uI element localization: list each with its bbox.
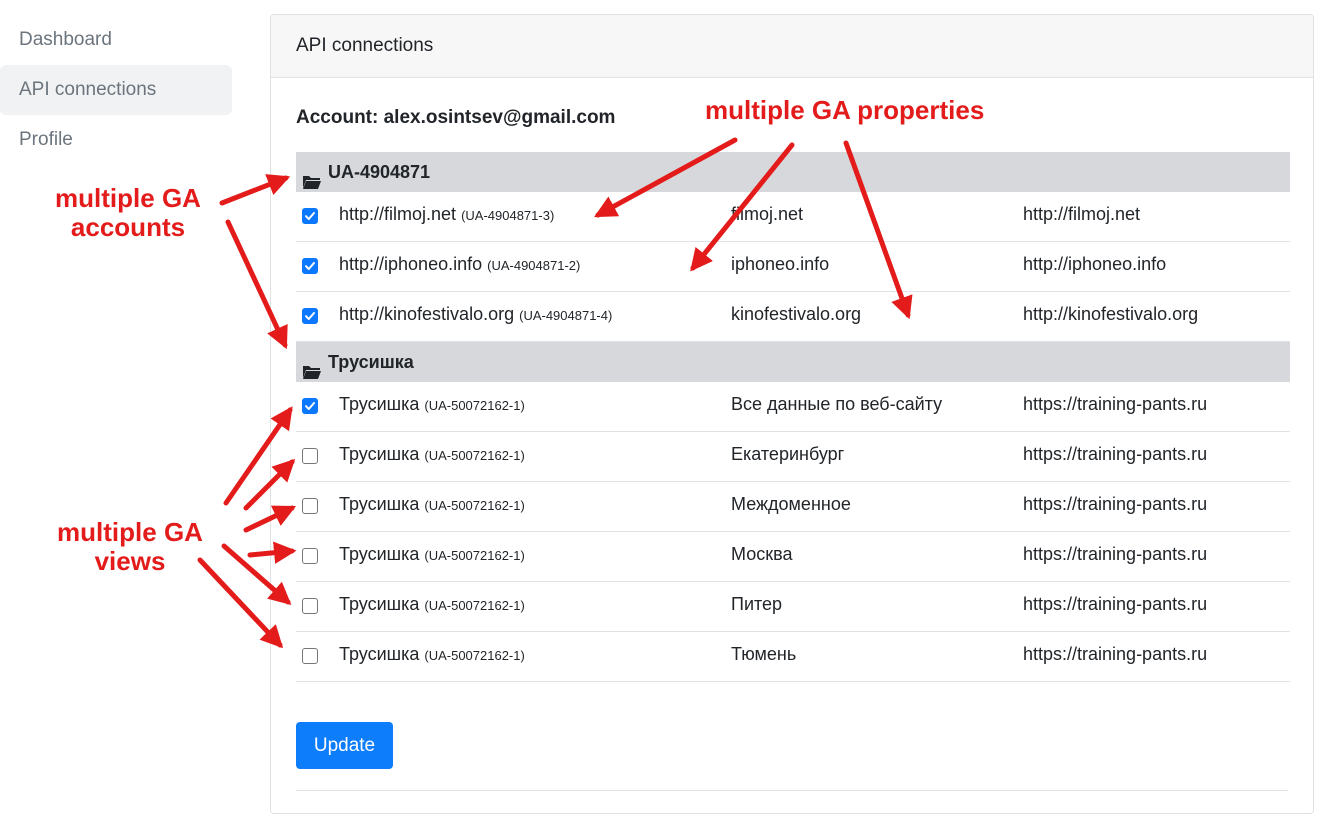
folder-open-icon — [302, 354, 322, 379]
property-name: Трусишка — [339, 644, 420, 664]
row-checkbox[interactable] — [302, 598, 318, 614]
site-url: https://training-pants.ru — [1023, 594, 1208, 614]
row-checkbox[interactable] — [302, 498, 318, 514]
annotation-views: multiple GA views — [50, 518, 210, 576]
row-checkbox[interactable] — [302, 258, 318, 274]
sidebar-item-api-connections[interactable]: API connections — [0, 65, 232, 115]
update-button[interactable]: Update — [296, 722, 393, 769]
annotation-accounts-line2: accounts — [70, 212, 186, 242]
property-id: (UA-4904871-3) — [461, 208, 555, 223]
property-name: http://kinofestivalo.org — [339, 304, 515, 324]
annotation-accounts: multiple GA accounts — [48, 184, 208, 242]
annotation-views-line2: views — [94, 546, 166, 576]
table-row: Трусишка (UA-50072162-1) Екатеринбург https… — [296, 432, 1290, 482]
property-id: (UA-50072162-1) — [424, 648, 525, 663]
property-cell: http://filmoj.net (UA-4904871-3) — [339, 204, 554, 225]
property-id: (UA-50072162-1) — [424, 398, 525, 413]
property-name: Трусишка — [339, 444, 420, 464]
property-id: (UA-4904871-2) — [487, 258, 581, 273]
row-checkbox[interactable] — [302, 208, 318, 224]
connections-table: UA-4904871 http://filmoj.net (UA-4904871-3… — [296, 152, 1290, 682]
property-cell: Трусишка (UA-50072162-1) — [339, 444, 525, 465]
view-name: Москва — [731, 544, 793, 564]
table-row: http://iphoneo.info (UA-4904871-2) iphoneo… — [296, 242, 1290, 292]
property-cell: Трусишка (UA-50072162-1) — [339, 544, 525, 565]
group-name: UA-4904871 — [328, 162, 431, 182]
annotation-views-line1: multiple GA — [57, 517, 203, 547]
view-name: Междоменное — [731, 494, 851, 514]
property-cell: Трусишка (UA-50072162-1) — [339, 394, 525, 415]
sidebar: Dashboard API connections Profile — [0, 15, 232, 165]
account-label: Account: alex.osintsev@gmail.com — [296, 107, 616, 128]
row-checkbox[interactable] — [302, 648, 318, 664]
annotation-accounts-line1: multiple GA — [55, 183, 201, 213]
site-url: http://filmoj.net — [1023, 204, 1141, 224]
view-name: kinofestivalo.org — [731, 304, 862, 324]
row-checkbox[interactable] — [302, 308, 318, 324]
table-row: Трусишка (UA-50072162-1) Междоменное https:… — [296, 482, 1290, 532]
property-name: http://filmoj.net — [339, 204, 457, 224]
view-name: iphoneo.info — [731, 254, 830, 274]
arrow-views-6 — [197, 557, 284, 649]
row-checkbox[interactable] — [302, 548, 318, 564]
property-cell: http://iphoneo.info (UA-4904871-2) — [339, 254, 580, 275]
table-row: Трусишка (UA-50072162-1) Москва https://tra… — [296, 532, 1290, 582]
site-url: http://iphoneo.info — [1023, 254, 1167, 274]
row-checkbox[interactable] — [302, 448, 318, 464]
site-url: https://training-pants.ru — [1023, 444, 1208, 464]
site-url: https://training-pants.ru — [1023, 644, 1208, 664]
view-name: Питер — [731, 594, 783, 614]
property-name: http://iphoneo.info — [339, 254, 483, 274]
view-name: Тюмень — [731, 644, 797, 664]
site-url: https://training-pants.ru — [1023, 544, 1208, 564]
site-url: https://training-pants.ru — [1023, 394, 1208, 414]
sidebar-item-profile[interactable]: Profile — [0, 115, 232, 165]
table-row: http://kinofestivalo.org (UA-4904871-4) ki… — [296, 292, 1290, 342]
sidebar-item-dashboard[interactable]: Dashboard — [0, 15, 232, 65]
property-id: (UA-50072162-1) — [424, 548, 525, 563]
view-name: filmoj.net — [731, 204, 804, 224]
group-name: Трусишка — [328, 352, 414, 372]
view-name: Все данные по веб-сайту — [731, 394, 943, 414]
table-row: Трусишка (UA-50072162-1) Все данные по веб… — [296, 382, 1290, 432]
property-cell: Трусишка (UA-50072162-1) — [339, 494, 525, 515]
site-url: http://kinofestivalo.org — [1023, 304, 1199, 324]
property-name: Трусишка — [339, 494, 420, 514]
api-connections-card: API connections Account: alex.osintsev@g… — [270, 14, 1314, 814]
property-id: (UA-50072162-1) — [424, 448, 525, 463]
property-cell: http://kinofestivalo.org (UA-4904871-4) — [339, 304, 612, 325]
property-cell: Трусишка (UA-50072162-1) — [339, 644, 525, 665]
group-header: UA-4904871 — [296, 152, 1290, 192]
table-row: http://filmoj.net (UA-4904871-3) filmoj.ne… — [296, 192, 1290, 242]
table-row: Трусишка (UA-50072162-1) Питер https://trai… — [296, 582, 1290, 632]
property-name: Трусишка — [339, 594, 420, 614]
view-name: Екатеринбург — [731, 444, 845, 464]
group-header: Трусишка — [296, 342, 1290, 382]
folder-open-icon — [302, 164, 322, 189]
divider — [296, 790, 1288, 791]
property-id: (UA-50072162-1) — [424, 598, 525, 613]
property-id: (UA-4904871-4) — [519, 308, 613, 323]
site-url: https://training-pants.ru — [1023, 494, 1208, 514]
property-cell: Трусишка (UA-50072162-1) — [339, 594, 525, 615]
card-title: API connections — [271, 15, 1313, 78]
property-id: (UA-50072162-1) — [424, 498, 525, 513]
property-name: Трусишка — [339, 394, 420, 414]
row-checkbox[interactable] — [302, 398, 318, 414]
table-row: Трусишка (UA-50072162-1) Тюмень https://tra… — [296, 632, 1290, 682]
property-name: Трусишка — [339, 544, 420, 564]
